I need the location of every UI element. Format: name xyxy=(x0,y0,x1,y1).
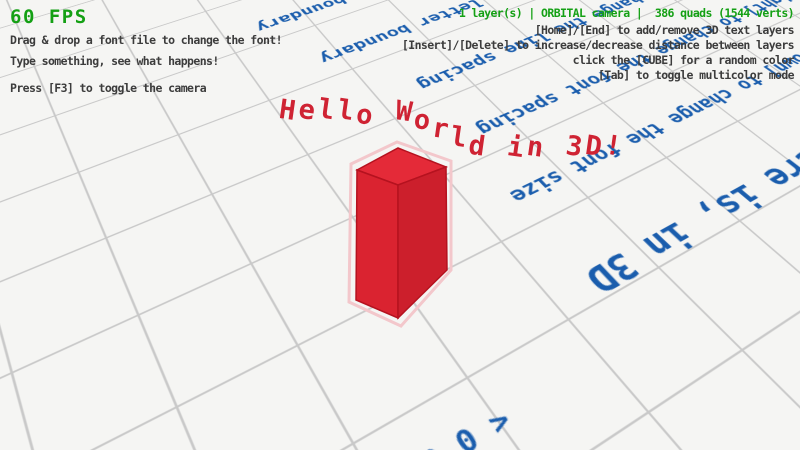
hint-cube-color: click the [CUBE] for a random color xyxy=(573,53,794,67)
hint-drag-drop: Drag & drop a font file to change the fo… xyxy=(10,33,282,47)
param-label-size: < SIZE: 8.0 > xyxy=(268,405,517,450)
viewport: Press [F2] to toggle the text boundary P… xyxy=(0,0,800,450)
hint-type: Type something, see what happens! xyxy=(10,54,219,68)
hint-camera-toggle: Press [F3] to toggle the camera xyxy=(10,81,206,95)
cube-right-face xyxy=(398,167,447,318)
fps-counter: 60 FPS xyxy=(10,6,88,28)
hint-multicolor-mode: [Tab] to toggle multicolor mode xyxy=(598,68,794,82)
hint-layer-distance: [Insert]/[Delete] to increase/decrease d… xyxy=(402,38,794,52)
cube-left-face xyxy=(356,170,398,318)
red-cube[interactable] xyxy=(326,134,462,330)
status-bar: 1 layer(s) | ORBITAL camera | 386 quads … xyxy=(459,6,794,20)
hint-layers: [Home]/[End] to add/remove 3D text layer… xyxy=(535,23,794,37)
